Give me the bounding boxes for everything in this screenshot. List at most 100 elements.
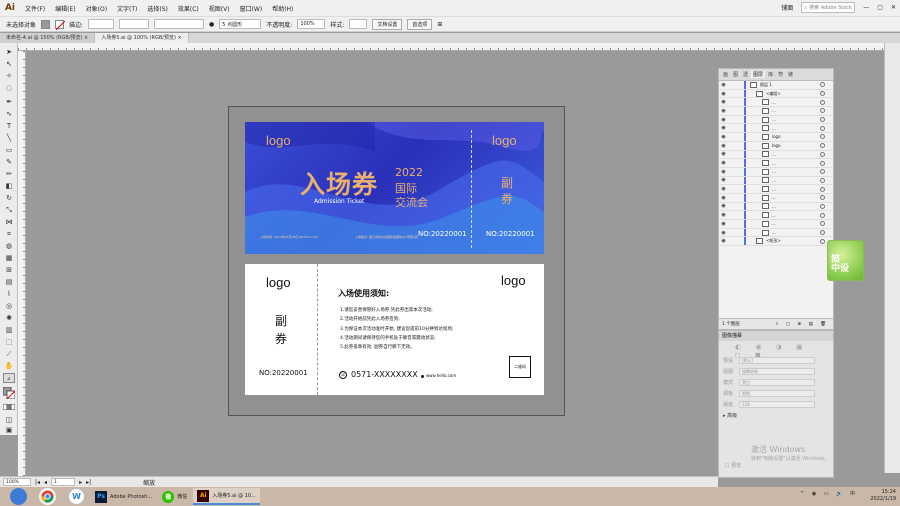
brush-definition-select[interactable]: [154, 19, 205, 29]
stock-search-input[interactable]: ⌕ 搜索 Adobe Stock: [801, 2, 856, 13]
wps-icon[interactable]: W: [68, 488, 85, 505]
magic-wand-tool-icon[interactable]: ✧: [3, 71, 15, 81]
rectangle-tool-icon[interactable]: ▭: [3, 145, 15, 155]
artboard-select[interactable]: 1: [51, 478, 76, 486]
right-panel-dock[interactable]: [884, 43, 900, 473]
menu-window[interactable]: 窗口(W): [235, 4, 268, 13]
gradient-tool-icon[interactable]: ▤: [3, 277, 15, 287]
trace-preset-icons[interactable]: ◐ ◉ ◑ ▣ ◻ ◼: [719, 341, 833, 359]
visibility-eye-icon[interactable]: ◉: [719, 151, 728, 157]
arrange-icon[interactable]: ⊞: [437, 21, 442, 28]
stroke-weight-input[interactable]: [88, 19, 115, 29]
mesh-tool-icon[interactable]: ⊞: [3, 265, 15, 275]
nav-first-icon[interactable]: |◂: [35, 479, 40, 486]
taskbar-app-illustrator[interactable]: Ai 入场券5.ai @ 10...: [193, 488, 260, 505]
paintbrush-tool-icon[interactable]: ✎: [3, 157, 15, 167]
scale-tool-icon[interactable]: ⤡: [3, 205, 15, 215]
free-transform-tool-icon[interactable]: ⌗: [3, 229, 15, 239]
brush-select[interactable]: 5 点圆形: [219, 19, 262, 29]
visibility-eye-icon[interactable]: ◉: [719, 108, 728, 114]
zoom-tool-icon[interactable]: ⌕: [3, 373, 15, 383]
nav-prev-icon[interactable]: ◂: [44, 479, 47, 486]
layer-target-icon[interactable]: [820, 91, 825, 97]
layer-row[interactable]: ◉ 图层 1: [719, 81, 833, 90]
layer-row[interactable]: ◉ <编组>: [719, 89, 833, 99]
color-mode-icon[interactable]: [2, 403, 16, 413]
trace-preview-checkbox[interactable]: ☐ 预览: [721, 460, 745, 471]
eraser-tool-icon[interactable]: ◧: [3, 181, 15, 191]
layer-target-icon[interactable]: [820, 160, 825, 166]
workspace-switcher[interactable]: 铺面: [781, 3, 793, 12]
lasso-tool-icon[interactable]: ◌: [3, 83, 15, 93]
layer-row[interactable]: ◉...: [719, 159, 833, 168]
layer-target-icon[interactable]: [820, 212, 825, 218]
panel-tab[interactable]: 链: [786, 71, 795, 78]
layer-target-icon[interactable]: [820, 117, 825, 123]
menu-view[interactable]: 视图(V): [204, 4, 235, 13]
pen-tool-icon[interactable]: ✒: [3, 97, 15, 107]
tray-icons[interactable]: ^ ◉ ▭ 🔊 中: [800, 491, 858, 498]
visibility-eye-icon[interactable]: ◉: [719, 195, 728, 201]
eyedropper-tool-icon[interactable]: ⌇: [3, 289, 15, 299]
graph-tool-icon[interactable]: ▥: [3, 325, 15, 335]
shape-builder-tool-icon[interactable]: ◍: [3, 241, 15, 251]
vertical-ruler[interactable]: [18, 51, 26, 476]
visibility-eye-icon[interactable]: ◉: [719, 169, 728, 175]
layer-target-icon[interactable]: [820, 143, 825, 149]
layer-row[interactable]: ◉...: [719, 176, 833, 186]
menu-select[interactable]: 选择(S): [142, 4, 173, 13]
screen-mode-icon[interactable]: ▣: [3, 425, 15, 435]
layer-row[interactable]: ◉...: [719, 228, 833, 238]
preferences-button[interactable]: 首选项: [407, 18, 433, 30]
layer-target-icon[interactable]: [820, 134, 825, 140]
tab-untitled-4[interactable]: 未命名-4.ai @ 150% (RGB/预览) ×: [0, 33, 96, 43]
visibility-eye-icon[interactable]: ◉: [719, 212, 728, 218]
system-tray[interactable]: ^ ◉ ▭ 🔊 中 15:24 2022/1/19: [800, 489, 896, 503]
trace-setting-value[interactable]: 描摹结果: [739, 368, 815, 375]
selection-tool-icon[interactable]: ➤: [3, 47, 15, 57]
visibility-eye-icon[interactable]: ◉: [719, 177, 728, 183]
layer-row[interactable]: ◉...: [719, 150, 833, 160]
symbol-sprayer-tool-icon[interactable]: ✺: [3, 313, 15, 323]
maximize-icon[interactable]: ▢: [877, 4, 883, 11]
close-icon[interactable]: ✕: [891, 4, 896, 11]
menu-edit[interactable]: 编辑(E): [50, 4, 80, 13]
menu-type[interactable]: 文字(T): [112, 4, 142, 13]
blend-tool-icon[interactable]: ◎: [3, 301, 15, 311]
layer-target-icon[interactable]: [820, 151, 825, 157]
layer-target-icon[interactable]: [820, 169, 825, 175]
layer-target-icon[interactable]: [820, 177, 825, 183]
visibility-eye-icon[interactable]: ◉: [719, 238, 728, 244]
visibility-eye-icon[interactable]: ◉: [719, 91, 728, 97]
visibility-eye-icon[interactable]: ◉: [719, 99, 728, 105]
panel-tab-layers[interactable]: 图层: [751, 71, 766, 78]
layer-row[interactable]: ◉...: [719, 193, 833, 203]
layer-row[interactable]: ◉...: [719, 115, 833, 125]
ticket-back[interactable]: logo 副 券 NO:20220001 logo 入场使用须知: 1.请您妥善…: [245, 264, 544, 395]
style-select[interactable]: [349, 19, 368, 29]
nav-next-icon[interactable]: ▸: [79, 479, 82, 486]
perspective-grid-tool-icon[interactable]: ▦: [3, 253, 15, 263]
layer-row[interactable]: ◉...: [719, 124, 833, 134]
direct-selection-tool-icon[interactable]: ↖: [3, 59, 15, 69]
visibility-eye-icon[interactable]: ◉: [719, 134, 728, 140]
slice-tool-icon[interactable]: ⟋: [3, 349, 15, 359]
trace-setting-value[interactable]: 黑白: [739, 379, 815, 386]
stroke-swatch[interactable]: [55, 19, 66, 30]
visibility-eye-icon[interactable]: ◉: [719, 143, 728, 149]
rotate-tool-icon[interactable]: ↻: [3, 193, 15, 203]
layer-row[interactable]: ◉...: [719, 98, 833, 108]
layer-target-icon[interactable]: [820, 186, 825, 192]
layer-row[interactable]: ◉ logo: [719, 141, 833, 151]
layer-target-icon[interactable]: [820, 108, 825, 114]
horizontal-ruler[interactable]: [18, 43, 900, 51]
drawing-mode-icon[interactable]: ◫: [3, 415, 15, 425]
layer-target-icon[interactable]: [820, 195, 825, 201]
layer-row[interactable]: ◉ logo: [719, 133, 833, 142]
nav-last-icon[interactable]: ▸|: [86, 479, 91, 486]
menu-file[interactable]: 文件(F): [20, 4, 50, 13]
tab-ticket5[interactable]: 入场券5.ai @ 100% (RGB/预览) ×: [95, 33, 189, 43]
panel-tab[interactable]: 图: [731, 71, 740, 78]
layer-target-icon[interactable]: [820, 238, 825, 244]
layer-row[interactable]: ◉...: [719, 211, 833, 220]
